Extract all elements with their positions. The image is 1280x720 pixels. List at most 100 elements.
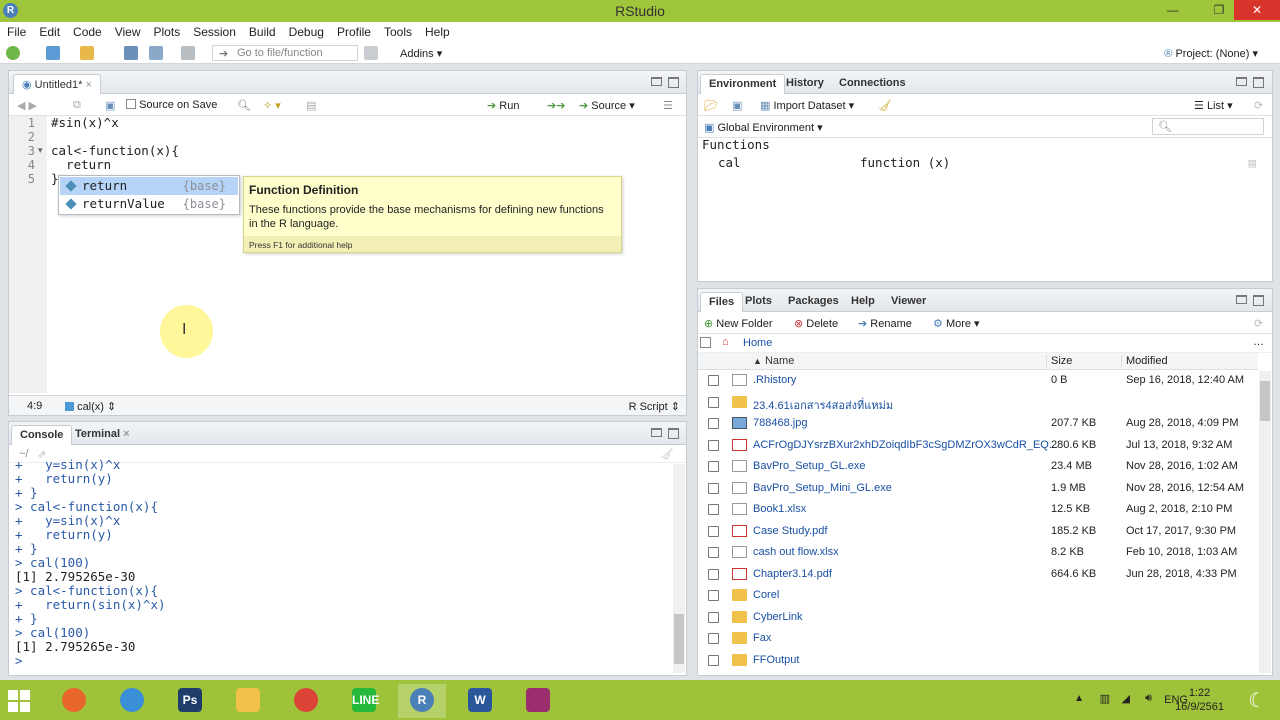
delete-button[interactable]: ⊗ Delete (794, 317, 838, 330)
magic-wand-icon[interactable]: ✧ ▾ (263, 99, 281, 112)
import-dataset-button[interactable]: ▦ Import Dataset ▾ (760, 99, 854, 112)
file-name[interactable]: CyberLink (753, 611, 803, 623)
view-function-icon[interactable]: ▤ (1248, 155, 1256, 170)
row-checkbox[interactable] (708, 654, 719, 666)
row-checkbox[interactable] (708, 611, 719, 623)
file-row[interactable]: 23.4.61เอกสาร4สอส่งที่แหม่ม (698, 392, 1258, 413)
row-checkbox[interactable] (708, 482, 719, 494)
maximize-pane-icon[interactable] (1253, 295, 1264, 306)
menu-session[interactable]: Session (186, 22, 242, 39)
clear-broom-icon[interactable]: 🧹︎ (878, 99, 892, 112)
file-name[interactable]: 23.4.61เอกสาร4สอส่งที่แหม่ม (753, 396, 893, 414)
volume-icon[interactable]: 🔊︎ (1145, 692, 1152, 705)
file-name[interactable]: .Rhistory (753, 374, 796, 386)
menu-tools[interactable]: Tools (377, 22, 418, 39)
grid-layout-icon[interactable] (364, 46, 378, 60)
close-tab-icon[interactable]: × (123, 428, 129, 440)
load-workspace-icon[interactable]: 📂︎ (704, 99, 718, 112)
tab-history[interactable]: History (778, 74, 832, 94)
menu-plots[interactable]: Plots (147, 22, 187, 39)
maximize-pane-icon[interactable] (1253, 77, 1264, 88)
addins-menu[interactable]: Addins ▾ (400, 47, 442, 60)
scope-menu[interactable]: cal(x) ⇕ (65, 400, 116, 413)
windows-start-icon[interactable] (8, 690, 30, 712)
tab-terminal[interactable]: Terminal × (67, 425, 138, 445)
save-workspace-icon[interactable]: ▣ (732, 99, 742, 112)
file-row[interactable]: Case Study.pdf 185.2 KB Oct 17, 2017, 9:30… (698, 521, 1258, 542)
file-name[interactable]: BavPro_Setup_GL.exe (753, 460, 866, 472)
file-name[interactable]: Case Study.pdf (753, 525, 827, 537)
system-clock[interactable]: 1:22 16/9/2561 (1175, 686, 1224, 714)
file-name[interactable]: Chapter3.14.pdf (753, 568, 832, 580)
row-checkbox[interactable] (708, 504, 719, 515)
file-row[interactable]: 788468.jpg 207.7 KB Aug 28, 2018, 4:09 PM (698, 413, 1258, 434)
files-scrollbar[interactable] (1259, 371, 1271, 673)
taskbar-app-explorer[interactable] (224, 684, 272, 718)
file-row[interactable]: Chapter3.14.pdf 664.6 KB Jun 28, 2018, 4:3… (698, 564, 1258, 585)
minimize-pane-icon[interactable] (651, 428, 662, 437)
row-checkbox[interactable] (708, 568, 719, 580)
menu-help[interactable]: Help (418, 22, 456, 39)
maximize-button[interactable]: ❐ (1204, 0, 1234, 20)
rerun-icon[interactable]: ➔➔ (547, 99, 565, 112)
file-row[interactable]: BavPro_Setup_GL.exe 23.4 MB Nov 28, 2016, … (698, 456, 1258, 477)
taskbar-app-photoshop[interactable]: Ps (166, 684, 214, 718)
select-all-checkbox[interactable] (700, 337, 711, 348)
tab-console[interactable]: Console (11, 425, 73, 445)
tab-untitled1[interactable]: ◉ Untitled1* × (13, 74, 101, 94)
show-in-window-icon[interactable]: ⧉ (73, 99, 81, 112)
minimize-pane-icon[interactable] (1236, 77, 1247, 86)
autocomplete-item-return[interactable]: return {base} (60, 177, 238, 195)
tray-expand-icon[interactable]: ▲ (1074, 693, 1084, 704)
environment-selector[interactable]: ▣ Global Environment ▾ (704, 121, 823, 134)
row-checkbox[interactable] (708, 439, 719, 451)
file-row[interactable]: CyberLink (698, 607, 1258, 628)
file-row[interactable]: cash out flow.xlsx 8.2 KB Feb 10, 2018, 1:… (698, 542, 1258, 563)
close-tab-icon[interactable]: × (85, 79, 91, 91)
taskbar-app-line[interactable]: LINE (340, 684, 388, 718)
refresh-icon[interactable]: ⟳ (1254, 317, 1263, 330)
row-checkbox[interactable] (708, 375, 719, 386)
close-button[interactable]: ✕ (1234, 0, 1280, 20)
source-on-save-checkbox[interactable]: Source on Save (126, 99, 217, 111)
menu-profile[interactable]: Profile (330, 22, 377, 39)
tab-connections[interactable]: Connections (831, 74, 914, 94)
file-row[interactable]: .Rhistory 0 B Sep 16, 2018, 12:40 AM (698, 370, 1258, 391)
tab-help[interactable]: Help (843, 292, 883, 312)
code-line[interactable]: #sin(x)^x (51, 115, 119, 130)
taskbar-app-firefox[interactable] (50, 684, 98, 718)
file-row[interactable]: Corel (698, 585, 1258, 606)
save-all-icon[interactable] (149, 46, 163, 60)
maximize-pane-icon[interactable] (668, 428, 679, 439)
row-checkbox[interactable] (708, 547, 719, 558)
menu-view[interactable]: View (108, 22, 147, 39)
breadcrumb-home[interactable]: Home (743, 337, 772, 349)
menu-file[interactable]: File (0, 22, 32, 39)
more-path-icon[interactable]: … (1253, 336, 1264, 348)
file-name[interactable]: Corel (753, 589, 779, 601)
row-checkbox[interactable] (708, 418, 719, 429)
file-name[interactable]: FFOutput (753, 654, 799, 666)
language-menu[interactable]: R Script ⇕ (629, 400, 680, 413)
wifi-icon[interactable]: ◢ (1122, 692, 1130, 705)
outline-icon[interactable]: ☰ (663, 99, 673, 112)
col-modified-header[interactable]: Modified (1121, 355, 1168, 367)
col-name-header[interactable]: ▲ Name (753, 355, 794, 367)
env-row[interactable]: cal function (x) ▤ (698, 154, 1272, 172)
tab-environment[interactable]: Environment (700, 74, 786, 94)
open-file-icon[interactable] (80, 46, 94, 60)
col-size-header[interactable]: Size (1046, 355, 1072, 367)
console-scrollbar[interactable] (673, 464, 685, 673)
file-name[interactable]: Book1.xlsx (753, 503, 806, 515)
more-button[interactable]: ⚙ More ▾ (933, 317, 980, 330)
list-view-menu[interactable]: ☰ List ▾ (1194, 99, 1233, 112)
file-row[interactable]: Fax (698, 628, 1258, 649)
new-project-icon[interactable] (46, 46, 60, 60)
code-line[interactable]: cal<-function(x){ (51, 143, 179, 158)
taskbar-app-teams[interactable] (514, 684, 562, 718)
run-button[interactable]: ➔ Run (487, 99, 519, 112)
row-checkbox[interactable] (708, 590, 719, 601)
scrollbar-thumb[interactable] (1260, 381, 1270, 421)
row-checkbox[interactable] (708, 525, 719, 537)
autocomplete-item-returnvalue[interactable]: returnValue {base} (60, 195, 238, 213)
